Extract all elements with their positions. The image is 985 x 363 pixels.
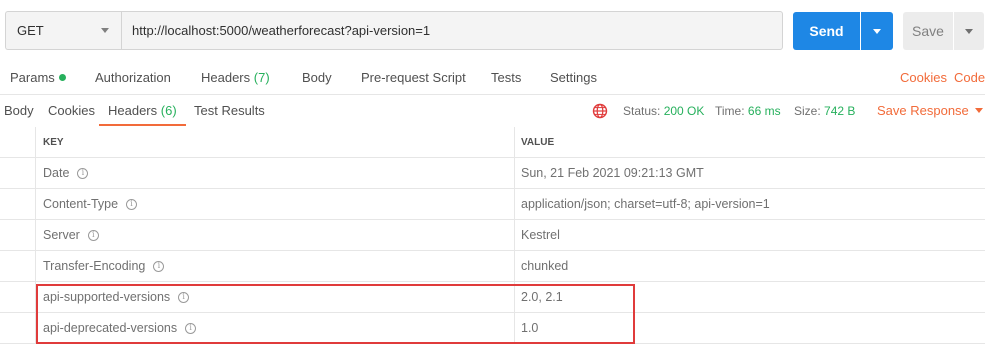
cookies-link[interactable]: Cookies [900, 70, 947, 85]
size-label: Size: [794, 104, 821, 118]
row-gutter [0, 127, 36, 157]
header-key: Content-Type [43, 197, 119, 211]
size-readout: Size: 742 B [794, 104, 855, 118]
row-gutter [0, 158, 36, 188]
highlight-annotation-box [36, 284, 635, 344]
response-tab-headers-label: Headers [108, 103, 158, 118]
header-value: Sun, 21 Feb 2021 09:21:13 GMT [521, 166, 704, 180]
header-key: Date [43, 166, 70, 180]
response-tab-test-results-label: Test Results [194, 103, 265, 118]
section-divider [0, 94, 985, 95]
header-value: chunked [521, 259, 569, 273]
row-gutter [0, 251, 36, 281]
code-link[interactable]: Code [954, 70, 985, 85]
response-tab-headers-count: (6) [160, 103, 177, 118]
send-button[interactable]: Send [793, 12, 860, 50]
tab-headers-label: Headers [201, 70, 251, 85]
tab-params-label: Params [10, 70, 55, 85]
size-value: 742 B [824, 104, 856, 118]
chevron-down-icon [965, 29, 973, 34]
method-value: GET [17, 23, 44, 38]
tab-tests[interactable]: Tests [491, 70, 521, 85]
status-label: Status: [623, 104, 661, 118]
params-active-dot [58, 74, 66, 81]
tab-body-label: Body [302, 70, 332, 85]
save-button[interactable]: Save [903, 12, 953, 50]
table-row: Server i Kestrel [0, 220, 985, 251]
column-header-key: KEY [36, 127, 515, 157]
response-tab-headers[interactable]: Headers (6) [108, 103, 177, 118]
tab-params[interactable]: Params [10, 70, 66, 85]
response-tab-test-results[interactable]: Test Results [194, 103, 265, 118]
time-readout: Time: 66 ms [715, 104, 781, 118]
tab-headers[interactable]: Headers (7) [201, 70, 270, 85]
save-response-label: Save Response [877, 103, 969, 118]
table-header-row: KEY VALUE [0, 127, 985, 158]
header-key-cell: Transfer-Encoding i [36, 251, 515, 281]
tab-settings[interactable]: Settings [550, 70, 597, 85]
header-key: Transfer-Encoding [43, 259, 146, 273]
url-value: http://localhost:5000/weatherforecast?ap… [132, 23, 431, 38]
active-tab-indicator [99, 124, 186, 126]
table-row: Content-Type i application/json; charset… [0, 189, 985, 220]
header-value: application/json; charset=utf-8; api-ver… [521, 197, 770, 211]
tab-pre-request-label: Pre-request Script [361, 70, 466, 85]
tab-authorization[interactable]: Authorization [95, 70, 171, 85]
chevron-down-icon [101, 28, 109, 33]
tab-settings-label: Settings [550, 70, 597, 85]
save-response-button[interactable]: Save Response [877, 103, 983, 118]
status-readout: Status: 200 OK [623, 104, 704, 118]
chevron-down-icon [974, 108, 983, 113]
row-gutter [0, 282, 36, 312]
tab-tests-label: Tests [491, 70, 522, 85]
response-tab-body-label: Body [4, 103, 34, 118]
row-gutter [0, 220, 36, 250]
info-icon[interactable]: i [126, 198, 138, 210]
method-select[interactable]: GET [5, 11, 121, 50]
row-gutter [0, 313, 36, 343]
cookies-link-label: Cookies [900, 70, 947, 85]
tab-pre-request-script[interactable]: Pre-request Script [361, 70, 466, 85]
chevron-down-icon [873, 29, 881, 34]
header-key-cell: Date i [36, 158, 515, 188]
column-header-value: VALUE [521, 136, 555, 148]
globe-icon[interactable] [592, 103, 608, 119]
response-tab-body[interactable]: Body [4, 103, 34, 118]
save-options-button[interactable] [954, 12, 984, 50]
header-value: Kestrel [521, 228, 560, 242]
response-tab-cookies[interactable]: Cookies [48, 103, 95, 118]
tab-headers-count: (7) [253, 70, 270, 85]
time-value: 66 ms [747, 104, 781, 118]
time-label: Time: [715, 104, 745, 118]
row-gutter [0, 189, 36, 219]
info-icon[interactable]: i [87, 229, 99, 241]
response-tab-cookies-label: Cookies [48, 103, 95, 118]
save-label: Save [912, 23, 944, 39]
info-icon[interactable]: i [77, 167, 89, 179]
info-icon[interactable]: i [153, 260, 165, 272]
header-key-cell: Server i [36, 220, 515, 250]
code-link-label: Code [954, 70, 985, 85]
tab-body[interactable]: Body [302, 70, 332, 85]
url-input[interactable]: http://localhost:5000/weatherforecast?ap… [121, 11, 783, 50]
table-row: Transfer-Encoding i chunked [0, 251, 985, 282]
header-key-cell: Content-Type i [36, 189, 515, 219]
send-label: Send [809, 23, 844, 39]
header-key: Server [43, 228, 80, 242]
tab-authorization-label: Authorization [95, 70, 171, 85]
status-value: 200 OK [663, 104, 705, 118]
send-options-button[interactable] [861, 12, 893, 50]
table-row: Date i Sun, 21 Feb 2021 09:21:13 GMT [0, 158, 985, 189]
